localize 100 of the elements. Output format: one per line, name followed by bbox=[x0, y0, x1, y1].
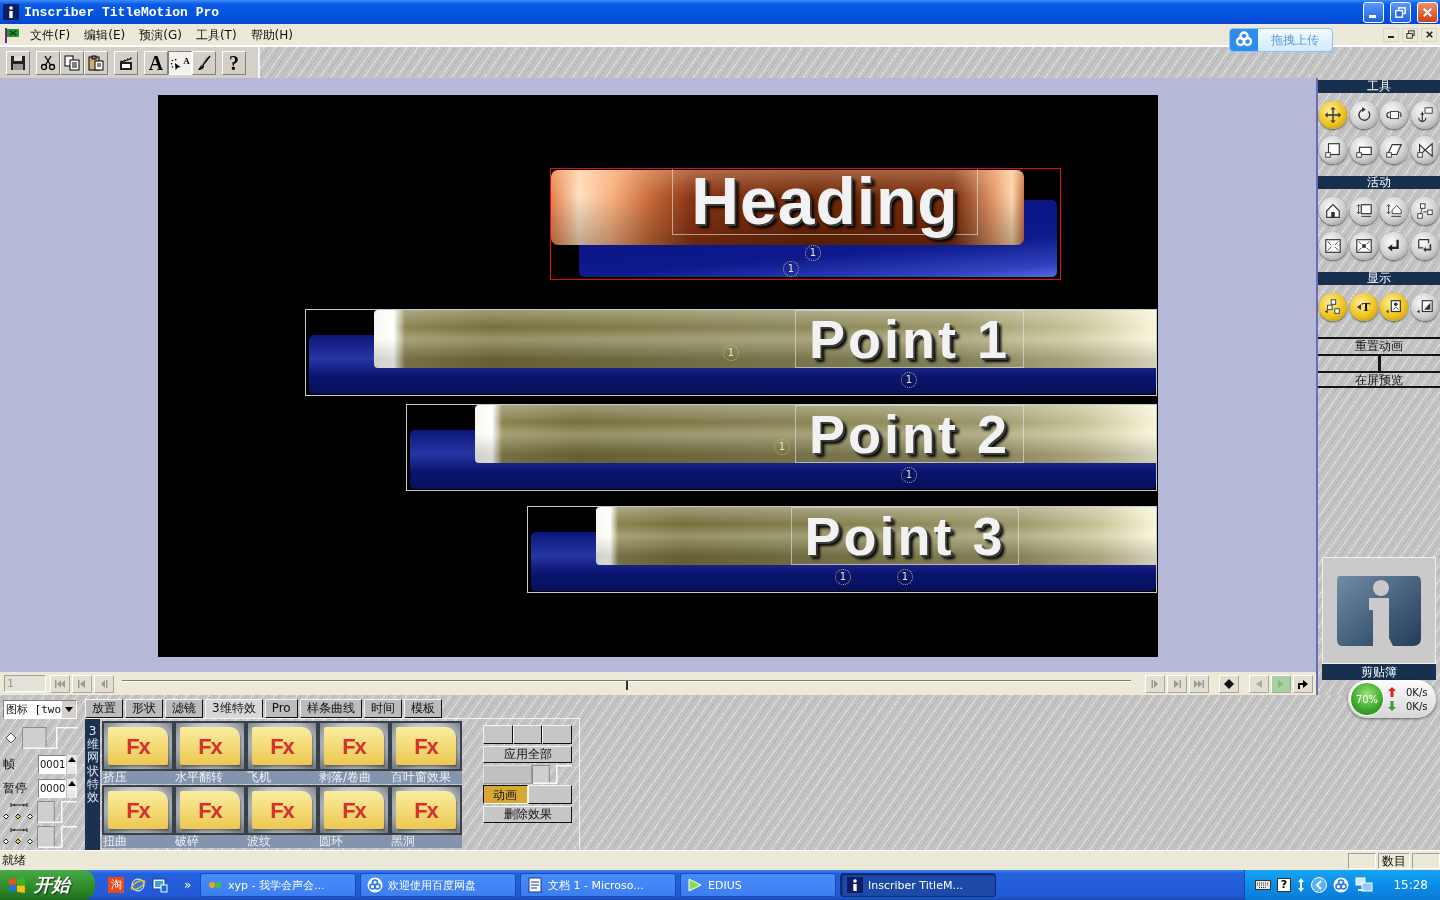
text-select-button[interactable]: A bbox=[168, 50, 192, 75]
tool-button[interactable] bbox=[1410, 136, 1439, 164]
task-button[interactable]: 文档 1 - Microso... bbox=[520, 873, 676, 897]
step-back-button[interactable] bbox=[94, 674, 114, 693]
effect-tile[interactable]: Fx 飞机 bbox=[246, 721, 318, 784]
tool-button[interactable] bbox=[1410, 101, 1439, 129]
shop-button[interactable]: 淘 bbox=[108, 877, 124, 893]
animate-button[interactable]: 动画 bbox=[483, 785, 528, 804]
delete-effect-button[interactable]: 删除效果 bbox=[483, 806, 572, 823]
help-button[interactable]: ? bbox=[222, 50, 246, 75]
frame-input[interactable]: 0001 bbox=[38, 754, 66, 774]
save-button[interactable] bbox=[6, 50, 30, 75]
task-button[interactable]: EDIUS bbox=[680, 873, 836, 897]
cloud-icon[interactable] bbox=[1333, 877, 1349, 893]
toggle-switch[interactable] bbox=[532, 765, 572, 784]
tool-button[interactable] bbox=[1349, 101, 1378, 129]
title-object[interactable]: Heading 1 1 bbox=[550, 168, 1061, 280]
tab[interactable]: 3维特效 bbox=[205, 699, 263, 718]
toggle-switch[interactable] bbox=[22, 727, 78, 749]
effect-tile[interactable]: Fx 挤压 bbox=[102, 721, 174, 784]
play-button[interactable] bbox=[1293, 674, 1313, 693]
start-button[interactable]: 开始 bbox=[0, 870, 95, 900]
last-frame-button[interactable] bbox=[1189, 674, 1209, 693]
tool-button[interactable] bbox=[1349, 197, 1378, 225]
tool-button[interactable] bbox=[1319, 136, 1347, 164]
panel-button[interactable]: 重置动画 bbox=[1318, 337, 1440, 354]
menu-item[interactable]: 工具(T) bbox=[188, 25, 244, 44]
next-key-button[interactable] bbox=[1167, 674, 1187, 693]
tool-button[interactable] bbox=[1319, 232, 1347, 260]
cut-button[interactable] bbox=[36, 50, 60, 75]
menu-item[interactable]: 帮助(H) bbox=[243, 25, 300, 44]
tool-button[interactable] bbox=[1380, 136, 1409, 164]
tab[interactable]: Pro bbox=[264, 699, 298, 718]
effect-tile[interactable]: Fx 百叶窗效果 bbox=[390, 721, 462, 784]
tab[interactable]: 放置 bbox=[85, 699, 123, 718]
tab[interactable]: 模板 bbox=[403, 699, 442, 718]
paste-button[interactable] bbox=[84, 50, 108, 75]
slider-thumb[interactable] bbox=[625, 680, 628, 690]
network-icon[interactable] bbox=[1355, 877, 1373, 893]
tool-button[interactable] bbox=[1380, 232, 1409, 260]
toggle-switch[interactable] bbox=[37, 801, 77, 823]
menu-item[interactable]: 编辑(E) bbox=[77, 25, 133, 44]
menu-item[interactable]: 预演(G) bbox=[132, 25, 189, 44]
title-object[interactable]: 1 Point 2 1 bbox=[406, 404, 1157, 491]
blank-button[interactable] bbox=[1377, 354, 1440, 371]
close-button[interactable] bbox=[1421, 27, 1437, 42]
minimize-button[interactable] bbox=[1383, 27, 1399, 42]
tool-button[interactable] bbox=[1410, 293, 1439, 321]
chevron-icon[interactable] bbox=[1311, 877, 1327, 893]
brush-button[interactable] bbox=[192, 50, 216, 75]
tool-button[interactable] bbox=[1319, 293, 1347, 321]
panel-button[interactable]: 在屏预览 bbox=[1318, 371, 1440, 388]
frame-label: 帧 bbox=[3, 755, 16, 773]
view-dropdown[interactable]: 图标 [two bbox=[3, 700, 77, 719]
effect-tile[interactable]: Fx 扭曲 bbox=[102, 785, 174, 848]
tool-button[interactable] bbox=[1349, 232, 1378, 260]
task-button[interactable]: Inscriber TitleM... bbox=[840, 873, 996, 897]
title-object[interactable]: 1 Point 1 1 bbox=[305, 309, 1157, 396]
globe-icon[interactable] bbox=[130, 877, 146, 893]
tab[interactable]: 时间 bbox=[363, 699, 402, 718]
tool-button[interactable] bbox=[1410, 232, 1439, 260]
title-object[interactable]: Point 3 1 1 bbox=[527, 506, 1157, 593]
tool-button[interactable] bbox=[1319, 101, 1347, 129]
effect-tile[interactable]: Fx 圆环 bbox=[318, 785, 390, 848]
task-button[interactable]: xyp - 我学会声会... bbox=[200, 873, 356, 897]
effect-tile[interactable]: Fx 破碎 bbox=[174, 785, 246, 848]
keyframe-button[interactable] bbox=[1219, 674, 1239, 693]
up-down-arrow-icon[interactable] bbox=[1297, 878, 1305, 892]
tool-button[interactable] bbox=[1380, 101, 1409, 129]
tool-button[interactable] bbox=[1380, 293, 1409, 321]
spin-button[interactable] bbox=[67, 754, 77, 774]
first-frame-button[interactable] bbox=[50, 674, 70, 693]
caret-icon[interactable] bbox=[62, 701, 76, 718]
effect-tile[interactable]: Fx 波纹 bbox=[246, 785, 318, 848]
help-button[interactable]: ? bbox=[1277, 878, 1291, 892]
toggle-switch[interactable] bbox=[37, 826, 77, 848]
screens-icon[interactable] bbox=[152, 877, 168, 893]
tab[interactable]: 样条曲线 bbox=[299, 699, 362, 718]
tool-button[interactable] bbox=[1319, 197, 1347, 225]
task-button[interactable]: 欢迎使用百度网盘 bbox=[360, 873, 516, 897]
tool-button[interactable]: T bbox=[1349, 293, 1378, 321]
menu-item[interactable]: 文件(F) bbox=[23, 25, 78, 44]
text-tool-button[interactable]: A bbox=[144, 50, 168, 75]
spin-button[interactable] bbox=[67, 778, 77, 798]
clapper-button[interactable] bbox=[114, 50, 138, 75]
restore-button[interactable] bbox=[1402, 27, 1418, 42]
copy-button[interactable] bbox=[60, 50, 84, 75]
pause-input[interactable]: 0000 bbox=[38, 778, 66, 798]
apply-all-button[interactable]: 应用全部 bbox=[483, 746, 572, 763]
tool-button[interactable] bbox=[1380, 197, 1409, 225]
effect-tile[interactable]: Fx 水平翻转 bbox=[174, 721, 246, 784]
tab[interactable]: 形状 bbox=[125, 699, 163, 718]
tab[interactable]: 滤镜 bbox=[165, 699, 203, 718]
effect-tile[interactable]: Fx 黑洞 bbox=[390, 785, 462, 848]
effect-tile[interactable]: Fx 剥落/卷曲 bbox=[318, 721, 390, 784]
more-button[interactable]: » bbox=[182, 878, 194, 892]
previous-key-button[interactable] bbox=[72, 674, 92, 693]
tool-button[interactable] bbox=[1349, 136, 1378, 164]
step-forward-button[interactable] bbox=[1145, 674, 1165, 693]
keyboard-icon[interactable] bbox=[1255, 880, 1271, 890]
